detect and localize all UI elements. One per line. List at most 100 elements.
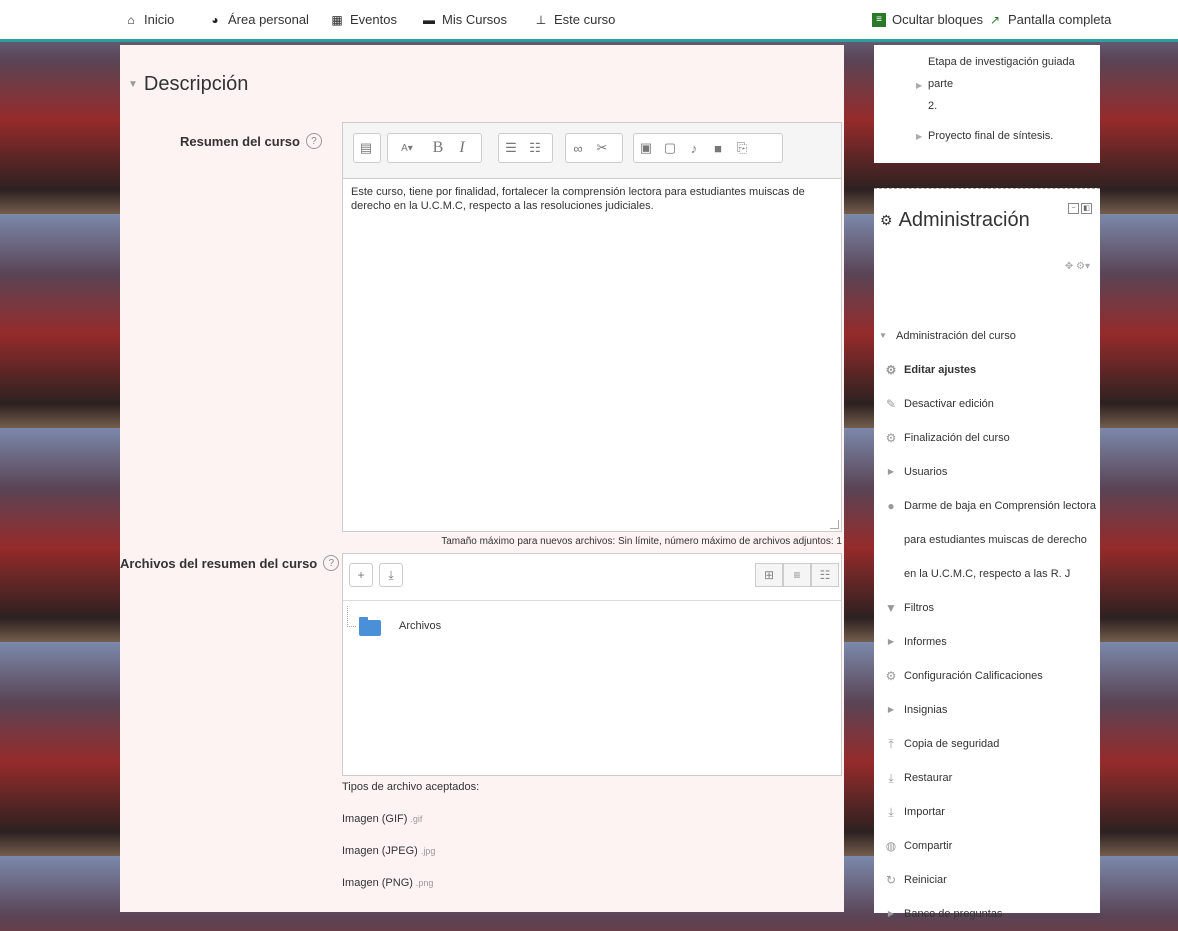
download-icon[interactable]: ⤓ — [379, 563, 403, 587]
sitemap-icon: ⊥ — [535, 12, 547, 27]
toolbar-group-3: ☰ ☷ — [498, 133, 553, 163]
admin-item-edit-settings[interactable]: ⚙ Editar ajustes — [884, 353, 1096, 387]
toolbar-group-5: ▣ ▢ ♪ ■ ⎘ — [633, 133, 783, 163]
admin-item-label: Configuración Calificaciones — [904, 670, 1043, 682]
home-icon: ⌂ — [127, 12, 135, 27]
section-header[interactable]: ▼ Descripción — [128, 73, 248, 96]
file-manager[interactable]: + ⤓ ⊞ ≡ ☷ Archivos — [342, 553, 842, 776]
caret-right-icon: ▶ — [916, 81, 923, 90]
accepted-type-name: Imagen (JPEG) — [342, 845, 418, 857]
unordered-list-icon[interactable]: ☰ — [499, 134, 523, 162]
briefcase-icon: ▬ — [423, 12, 435, 27]
nav-inicio[interactable]: ⌂ Inicio — [124, 12, 174, 27]
dock-icon[interactable]: ◧ — [1081, 203, 1092, 214]
section-link-line1: Etapa de investigación guiada parte — [928, 56, 1075, 90]
ordered-list-icon[interactable]: ☷ — [523, 134, 547, 162]
toolbar-toggle-icon[interactable]: ▤ — [354, 134, 378, 162]
upload-icon: ⤒ — [888, 737, 894, 751]
help-icon[interactable]: ? — [305, 133, 322, 149]
nav-mis-cursos[interactable]: ▬ Mis Cursos — [422, 12, 507, 27]
download-icon: ⤓ — [888, 805, 894, 819]
unlink-icon[interactable]: ✂ — [590, 134, 614, 162]
admin-item-restore[interactable]: ⤓ Restaurar — [884, 761, 1096, 795]
admin-item-label: Compartir — [904, 840, 953, 852]
media-icon[interactable]: ▢ — [658, 134, 682, 162]
admin-item-reports[interactable]: ▶ Informes — [884, 625, 1096, 659]
accepted-type-name: Imagen (GIF) — [342, 813, 408, 825]
admin-item-disable-edit[interactable]: ✎ Desactivar edición — [884, 387, 1096, 421]
summary-text[interactable]: Este curso, tiene por finalidad, fortale… — [343, 179, 841, 219]
folder-icon[interactable] — [359, 617, 381, 636]
summary-label-row: Resumen del curso ? — [180, 133, 322, 149]
font-size-icon[interactable]: A▾ — [388, 134, 426, 162]
caret-down-icon: ▼ — [879, 331, 887, 340]
block-actions-icon[interactable]: ✥ ⚙▾ — [1065, 261, 1090, 272]
admin-item-course-admin[interactable]: ▼ Administración del curso — [876, 319, 1088, 353]
collapse-icon: ▼ — [128, 79, 138, 90]
admin-item-users[interactable]: ▶ Usuarios — [884, 455, 1096, 489]
icon-view-icon[interactable]: ⊞ — [755, 563, 783, 587]
section-link-final-project[interactable]: Proyecto final de síntesis. — [928, 125, 1053, 147]
help-icon[interactable]: ? — [323, 555, 340, 571]
link-icon[interactable]: ∞ — [566, 134, 590, 162]
admin-item-reset[interactable]: ↻ Reiniciar — [884, 863, 1096, 897]
admin-item-unenrol-line2[interactable]: para estudiantes muiscas de derecho — [884, 523, 1096, 557]
italic-icon[interactable]: I — [450, 134, 474, 162]
admin-item-share[interactable]: ◍ Compartir — [884, 829, 1096, 863]
paste-icon[interactable]: ⎘ — [730, 134, 754, 162]
accepted-type-ext: .png — [415, 878, 434, 888]
admin-item-grades-setup[interactable]: ⚙ Configuración Calificaciones — [884, 659, 1096, 693]
admin-item-completion[interactable]: ⚙ Finalización del curso — [884, 421, 1096, 455]
admin-item-question-bank[interactable]: ▶ Banco de preguntas — [884, 897, 1096, 931]
course-sections-block: ▶ Etapa de investigación guiada parte 2.… — [874, 45, 1100, 163]
admin-item-badges[interactable]: ▶ Insignias — [884, 693, 1096, 727]
admin-item-import[interactable]: ⤓ Importar — [884, 795, 1096, 829]
toolbar-group-1: ▤ — [353, 133, 381, 163]
admin-item-label: Darme de baja en Comprensión lectora — [904, 500, 1096, 512]
user-icon: ● — [887, 499, 895, 513]
tree-view-icon[interactable]: ☷ — [811, 563, 839, 587]
add-file-icon[interactable]: + — [349, 563, 373, 587]
admin-item-label: en la U.C.M.C, respecto a las R. J — [904, 568, 1071, 580]
admin-item-filters[interactable]: ▼ Filtros — [884, 591, 1096, 625]
nav-este-curso[interactable]: ⊥ Este curso — [534, 12, 616, 27]
summary-label: Resumen del curso — [180, 133, 300, 149]
admin-title: Administración — [898, 209, 1030, 231]
top-navbar: ⌂ Inicio ◕ Área personal ▦ Eventos ▬ Mis… — [0, 0, 1178, 42]
nav-eventos[interactable]: ▦ Eventos — [330, 12, 397, 27]
resize-handle[interactable] — [830, 520, 839, 529]
folder-name[interactable]: Archivos — [399, 620, 441, 632]
fullscreen-button[interactable]: ↗ Pantalla completa — [988, 12, 1111, 27]
main-content: ▼ Descripción Resumen del curso ? ▤ A▾ B… — [120, 45, 844, 912]
admin-item-unenrol[interactable]: ● Darme de baja en Comprensión lectora — [884, 489, 1096, 523]
minimize-icon[interactable]: − — [1068, 203, 1079, 214]
video-icon[interactable]: ■ — [706, 134, 730, 162]
admin-item-label: Insignias — [904, 704, 948, 716]
accepted-type-gif: Imagen (GIF) .gif — [342, 813, 422, 825]
dashboard-icon: ◕ — [211, 12, 219, 27]
share-icon: ◍ — [885, 839, 897, 853]
bold-icon[interactable]: B — [426, 134, 450, 162]
hide-blocks-button[interactable]: ≡ Ocultar bloques — [872, 12, 983, 27]
nav-area-personal[interactable]: ◕ Área personal — [208, 12, 309, 27]
accepted-types-label: Tipos de archivo aceptados: — [342, 781, 480, 793]
refresh-icon: ↻ — [885, 873, 897, 887]
summary-editor[interactable]: ▤ A▾ B I ☰ ☷ ∞ ✂ ▣ ▢ ♪ ■ ⎘ Este curso, t… — [342, 122, 842, 532]
admin-item-backup[interactable]: ⤒ Copia de seguridad — [884, 727, 1096, 761]
admin-item-label: Editar ajustes — [904, 364, 977, 376]
block-controls: − ◧ — [1068, 203, 1092, 214]
image-icon[interactable]: ▣ — [634, 134, 658, 162]
section-link-guided-research[interactable]: Etapa de investigación guiada parte 2. — [928, 51, 1100, 117]
accepted-type-ext: .jpg — [420, 846, 436, 856]
caret-right-icon: ▶ — [887, 467, 895, 476]
admin-item-label: Filtros — [904, 602, 934, 614]
gear-icon: ⚙ — [885, 669, 897, 683]
admin-item-unenrol-line3[interactable]: en la U.C.M.C, respecto a las R. J — [884, 557, 1096, 591]
hide-blocks-label: Ocultar bloques — [892, 12, 984, 27]
files-label: Archivos del resumen del curso — [120, 555, 318, 571]
gear-icon: ⚙ — [885, 363, 897, 377]
gears-icon: ⚙ — [880, 212, 893, 228]
list-view-icon[interactable]: ≡ — [783, 563, 811, 587]
accepted-type-name: Imagen (PNG) — [342, 877, 413, 889]
microphone-icon[interactable]: ♪ — [682, 134, 706, 162]
